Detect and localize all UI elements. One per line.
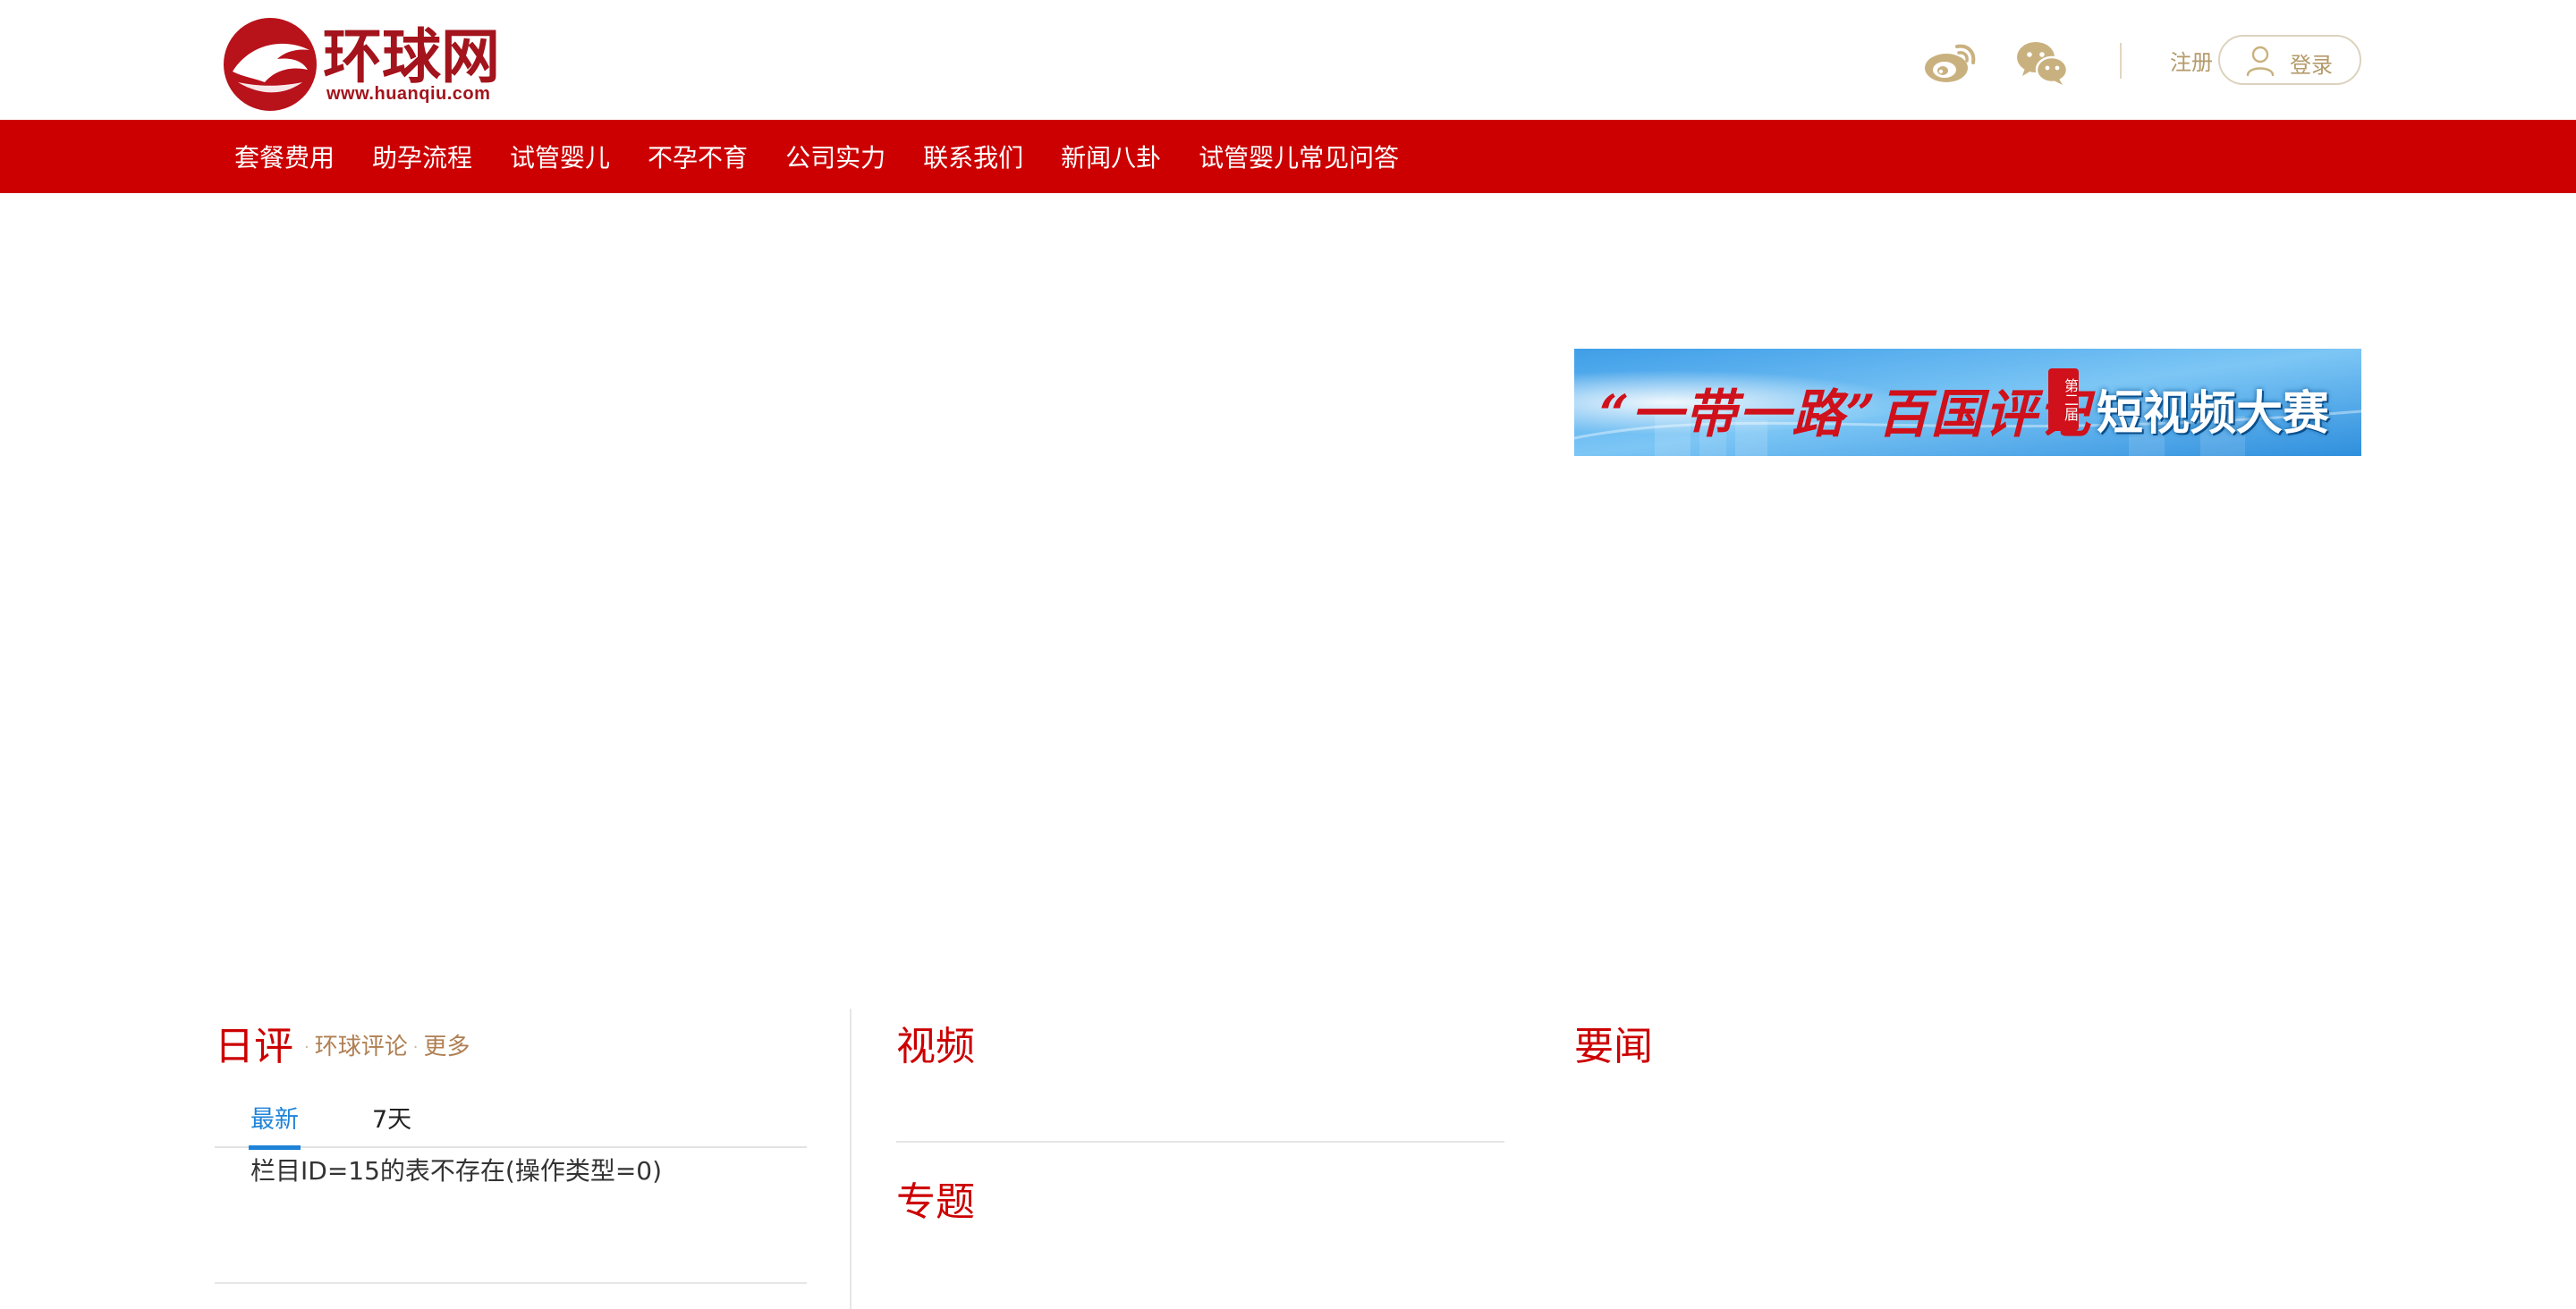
- column-divider: [850, 1009, 852, 1309]
- wechat-icon[interactable]: [2014, 38, 2070, 88]
- commentary-section-title[interactable]: 日评: [215, 1014, 293, 1071]
- nav-item-surrogacy-process[interactable]: 助孕流程: [372, 139, 472, 174]
- nav-list: 套餐费用 助孕流程 试管婴儿 不孕不育 公司实力 联系我们 新闻八卦 试管婴儿常…: [234, 120, 1436, 193]
- nav-item-ivf-faq[interactable]: 试管婴儿常见问答: [1199, 139, 1399, 174]
- more-link[interactable]: 更多: [423, 1034, 470, 1060]
- weibo-icon[interactable]: [1923, 38, 1979, 88]
- section-divider: [896, 1141, 1504, 1143]
- news-section-title[interactable]: 要闻: [1574, 1014, 1653, 1071]
- logo-url-text: www.huanqiu.com: [326, 84, 491, 104]
- login-button[interactable]: 登录: [2218, 35, 2361, 85]
- banner-badge: 第二届: [2048, 368, 2079, 431]
- logo-text: 环球网: [323, 22, 500, 91]
- nav-item-news-gossip[interactable]: 新闻八卦: [1061, 139, 1161, 174]
- section-divider: [215, 1282, 807, 1284]
- tab-7-days[interactable]: 7天: [372, 1100, 411, 1135]
- site-header: 环球网 www.huanqiu.com 注册 登录: [0, 0, 2576, 120]
- header-divider: [2120, 43, 2122, 79]
- register-link[interactable]: 注册: [2170, 45, 2213, 76]
- commentary-links: · 环球评论 · 更多: [299, 1028, 470, 1061]
- video-section-title[interactable]: 视频: [896, 1014, 975, 1071]
- active-tab-indicator: [249, 1145, 301, 1150]
- nav-item-ivf-baby[interactable]: 试管婴儿: [510, 139, 610, 174]
- nav-item-company-strength[interactable]: 公司实力: [785, 139, 886, 174]
- commentary-tabs: 最新 7天: [215, 1089, 807, 1150]
- separator-dot: ·: [304, 1038, 309, 1057]
- nav-item-infertility[interactable]: 不孕不育: [648, 139, 748, 174]
- error-message: 栏目ID=15的表不存在(操作类型=0): [250, 1156, 663, 1186]
- login-label: 登录: [2290, 53, 2333, 78]
- global-commentary-link[interactable]: 环球评论: [315, 1034, 408, 1060]
- separator-dot: ·: [412, 1038, 419, 1057]
- banner-title: “一带一路”百国评记: [1599, 384, 2092, 444]
- tab-latest[interactable]: 最新: [250, 1100, 299, 1135]
- nav-item-package-fees[interactable]: 套餐费用: [234, 139, 335, 174]
- user-icon: [2246, 46, 2275, 77]
- nav-item-contact-us[interactable]: 联系我们: [923, 139, 1023, 174]
- main-nav: 套餐费用 助孕流程 试管婴儿 不孕不育 公司实力 联系我们 新闻八卦 试管婴儿常…: [0, 120, 2576, 193]
- promo-banner[interactable]: “一带一路”百国评记 第二届 短视频大赛: [1574, 349, 2361, 456]
- topic-section-title[interactable]: 专题: [896, 1170, 975, 1227]
- banner-subtitle: 短视频大赛: [2097, 387, 2330, 441]
